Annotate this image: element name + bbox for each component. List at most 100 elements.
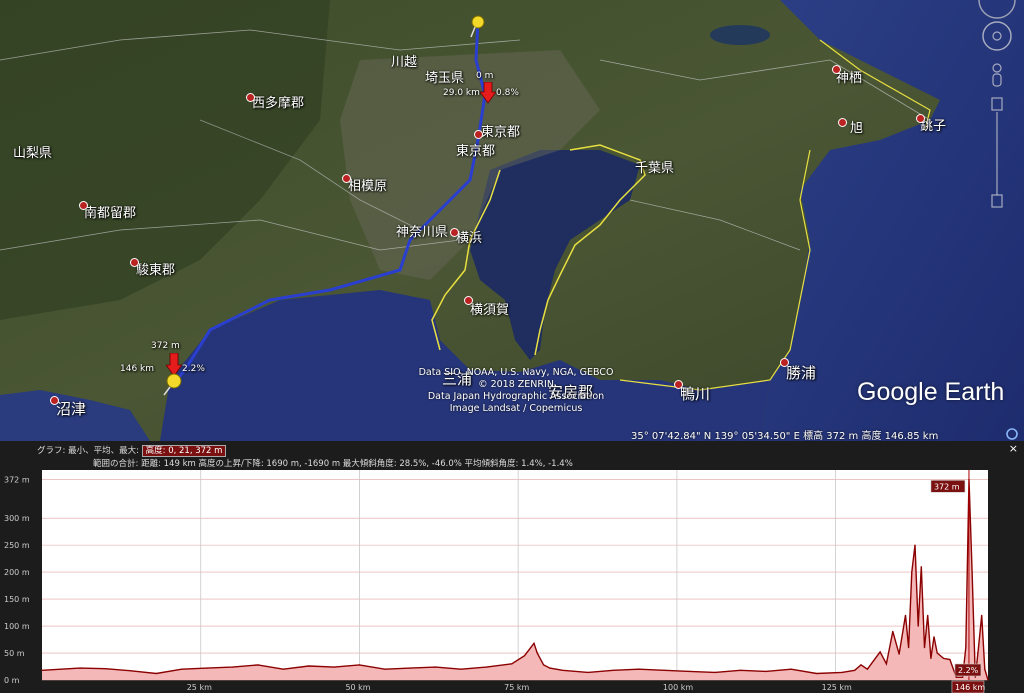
- place-dot-numazu: [50, 396, 59, 405]
- elevation-point: [587, 671, 589, 673]
- plot-area: [42, 470, 988, 680]
- elevation-point: [523, 655, 526, 657]
- elevation-point: [977, 647, 980, 649]
- elevation-point: [130, 670, 132, 672]
- elevation-point: [181, 668, 183, 670]
- place-label-yokohama: 横浜: [456, 231, 483, 246]
- elevation-point: [949, 658, 951, 661]
- cursor-x-label: 146 km: [955, 683, 985, 692]
- place-label-kanagawa: 神奈川県: [396, 225, 449, 240]
- elevation-point: [257, 664, 259, 666]
- elevation-point: [739, 669, 742, 671]
- place-label-yokosuka: 横須賀: [470, 303, 510, 318]
- elevation-point: [917, 625, 919, 627]
- place-dot-minamitsuru: [79, 201, 88, 210]
- place-label-chiba: 千葉県: [635, 161, 675, 176]
- cursor-max-label: 372 m: [934, 482, 960, 491]
- altitude-stats-badge[interactable]: 高度: 0, 21, 372 m: [141, 445, 227, 457]
- cursor-arrow-icon: [480, 82, 496, 104]
- place-dot-yokosuka: [464, 296, 473, 305]
- y-tick-label: 0 m: [4, 676, 20, 685]
- marker-bottom-altitude: 372 m: [151, 341, 180, 351]
- elevation-point: [536, 652, 538, 654]
- cursor-grade-label: 2.2%: [958, 666, 979, 675]
- attribution-line: Data SIO, NOAA, U.S. Navy, NGA, GEBCO: [418, 367, 614, 378]
- marker-bottom-grade: 2.2%: [182, 364, 205, 374]
- y-tick-label: 200 m: [4, 568, 30, 577]
- y-tick-label: 100 m: [4, 622, 30, 631]
- elevation-point: [714, 671, 716, 673]
- stats-line-range: 範囲の合計: 距離: 149 km 高度の上昇/下降: 1690 m, -169…: [93, 457, 573, 469]
- elevation-point: [308, 665, 310, 667]
- range-prefix: 範囲の合計:: [93, 459, 139, 469]
- x-tick-label: 25 km: [187, 683, 212, 692]
- elevation-point: [873, 660, 875, 662]
- navigation-controls[interactable]: [975, 0, 1019, 215]
- pushpin-icon[interactable]: [160, 372, 184, 396]
- elevation-point: [663, 669, 665, 671]
- attribution-line: © 2018 ZENRIN: [478, 379, 554, 390]
- elevation-point: [543, 664, 545, 666]
- y-tick-label: 150 m: [4, 595, 30, 604]
- elevation-point: [816, 672, 818, 675]
- place-label-katsuura: 勝浦: [786, 364, 817, 382]
- place-dot-kamogawa: [674, 380, 683, 389]
- elevation-point: [282, 668, 284, 670]
- place-label-numazu: 沼津: [56, 400, 87, 418]
- place-dot-katsuura: [780, 358, 789, 367]
- elevation-chart[interactable]: 0 m 50 m 100 m 150 m 200 m 250 m 300 m 372 m 25 …: [0, 470, 1024, 693]
- elevation-point: [923, 647, 926, 649]
- attribution-line: Image Landsat / Copernicus: [449, 403, 583, 414]
- place-dot-asahi: [838, 118, 847, 127]
- elevation-point: [911, 571, 913, 573]
- marker-top-distance: 29.0 km: [443, 88, 480, 98]
- place-label-nishitama: 西多摩郡: [252, 96, 305, 111]
- x-tick-label: 100 km: [663, 683, 693, 692]
- place-dot-choshi: [916, 114, 925, 123]
- elevation-point: [984, 668, 986, 670]
- close-icon[interactable]: ×: [1009, 442, 1018, 455]
- elevation-point: [879, 651, 881, 653]
- marker-bottom-distance: 146 km: [120, 364, 155, 374]
- elevation-point: [231, 666, 234, 668]
- x-tick-label: 125 km: [822, 683, 852, 692]
- elevation-point: [790, 668, 792, 670]
- elevation-point: [533, 642, 535, 644]
- place-label-asahi: 旭: [850, 121, 864, 136]
- elevation-point: [930, 657, 932, 659]
- place-label-yamanashi: 山梨県: [13, 146, 53, 161]
- elevation-point: [885, 663, 888, 665]
- elevation-point: [854, 669, 856, 671]
- place-label-minamitsuru: 南都留郡: [84, 206, 137, 221]
- elevation-point: [898, 653, 900, 655]
- place-label-saitama: 埼玉県: [425, 71, 465, 86]
- map-view[interactable]: 川越 埼玉県 神栖 西多摩郡 東京都 東京都 旭 銚子 山梨県 千葉県 相模原 …: [0, 0, 1024, 441]
- ring-icon[interactable]: [1005, 427, 1019, 441]
- elevation-point: [435, 666, 437, 668]
- marker-top-altitude: 0 m: [476, 71, 494, 81]
- elevation-point: [41, 669, 43, 671]
- place-label-tokyo-pref: 東京都: [481, 125, 521, 140]
- place-dot-sagamihara: [342, 174, 351, 183]
- elevation-point: [409, 667, 411, 669]
- coordinates-status: 35° 07'42.84" N 139° 05'34.50" E 標高 372 …: [631, 431, 939, 441]
- y-tick-label: 300 m: [4, 514, 30, 523]
- elevation-point: [892, 630, 894, 632]
- elevation-point: [689, 670, 691, 672]
- elevation-point: [908, 647, 910, 649]
- elevation-point: [79, 667, 81, 669]
- elevation-point: [920, 566, 922, 568]
- elevation-point: [562, 669, 564, 671]
- place-dot-nishitama: [246, 93, 255, 102]
- elevation-point: [965, 647, 967, 649]
- x-tick-label: 50 km: [345, 683, 370, 692]
- y-tick-label: 250 m: [4, 541, 30, 550]
- x-tick-label: 75 km: [504, 683, 529, 692]
- elevation-point: [955, 676, 957, 678]
- elevation-point: [460, 668, 462, 670]
- pushpin-icon[interactable]: [468, 14, 488, 38]
- elevation-point: [962, 676, 964, 678]
- place-label-choshi: 銚子: [920, 119, 947, 134]
- elevation-point: [981, 614, 983, 616]
- elevation-point: [860, 664, 862, 666]
